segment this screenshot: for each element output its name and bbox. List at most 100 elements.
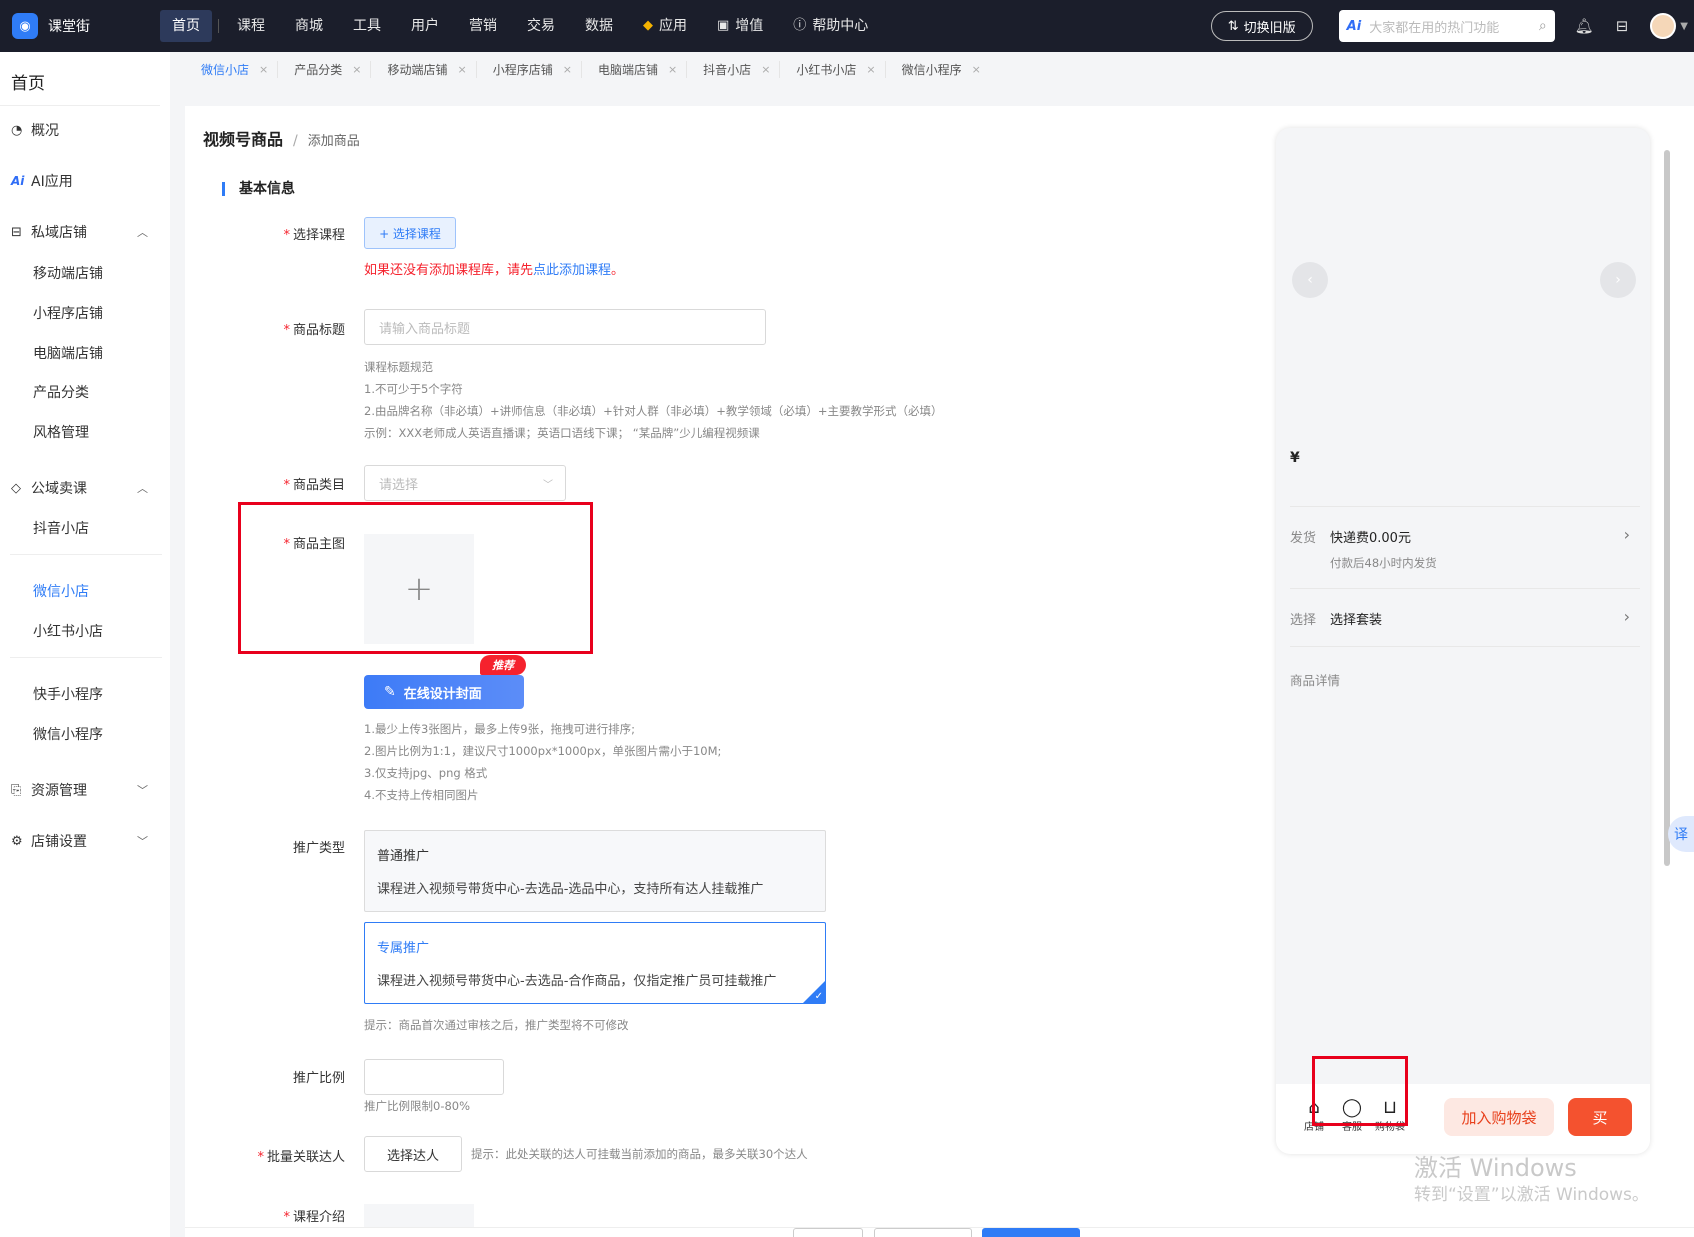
buy-button[interactable]: 买 [1568,1098,1632,1136]
nav-course[interactable]: 课程 [225,10,277,42]
intro-upload[interactable] [364,1204,474,1227]
sidebar: 首页 ◔ 概况 Ai AI应用 ⊟ 私域店铺 ︿ 移动端店铺 小程序店铺 电脑端店铺 产… [0,52,170,1237]
shipping-key: 发货 [1290,531,1317,546]
sidebar-item-label: 资源管理 [31,783,87,799]
sidebar-title: 首页 [0,52,160,106]
promo-exclusive-option[interactable]: 专属推广 课程进入视频号带货中心-去选品-合作商品，仅指定推广员可挂载推广 ✓ [364,922,826,1004]
avatar[interactable] [1650,13,1677,39]
chevron-down-icon[interactable]: ▼ [1680,21,1688,32]
ratio-hint: 推广比例限制0-80% [364,1099,471,1113]
add-to-cart-button[interactable]: 加入购物袋 [1444,1098,1554,1136]
sidebar-item-product-category[interactable]: 产品分类 [33,382,89,402]
category-select[interactable]: 请选择 ﹀ [364,465,566,501]
nav-marketing[interactable]: 营销 [457,10,509,42]
breadcrumb-main[interactable]: 视频号商品 [203,126,283,150]
close-icon[interactable]: × [352,63,361,76]
tab-wechat-mini[interactable]: 微信小程序 × [884,60,990,78]
search-input[interactable]: Ai 大家都在用的热门功能 ⌕ [1338,10,1555,42]
cube-icon: ◆ [643,18,653,33]
title-placeholder: 请输入商品标题 [379,321,471,337]
help-icon: ⓘ [793,18,807,33]
detail-label: 商品详情 [1290,673,1341,688]
promo-normal-option[interactable]: 普通推广 课程进入视频号带货中心-去选品-选品中心，支持所有达人挂载推广 [364,830,826,912]
select-influencer-button[interactable]: 选择达人 [364,1136,462,1172]
recommend-badge: 推荐 [480,655,526,675]
close-icon[interactable]: × [866,63,875,76]
scrollbar[interactable] [1664,150,1670,866]
footer-button[interactable] [874,1228,972,1237]
chart-icon: ▣ [717,18,730,33]
sidebar-item-douyin[interactable]: 抖音小店 [33,518,89,538]
sidebar-item-miniprogram-store[interactable]: 小程序店铺 [33,303,103,323]
breadcrumb: 视频号商品 / 添加商品 [203,126,360,150]
nav-value-added[interactable]: ▣ 增值 [705,10,775,42]
title-input[interactable]: 请输入商品标题 [364,309,766,345]
close-icon[interactable]: × [761,63,770,76]
nav-tools[interactable]: 工具 [341,10,393,42]
sidebar-group-resource[interactable]: ⎘ 资源管理 ﹀ [0,780,170,800]
sidebar-item-label: AI应用 [31,174,73,190]
category-label: * 商品类目 [283,478,345,493]
switch-old-version-button[interactable]: ⇅ 切换旧版 [1210,11,1313,41]
tab-label: 小程序店铺 [492,62,553,77]
app-name: 课堂街 [48,19,90,35]
nav-home[interactable]: 首页 [160,10,212,42]
tab-douyin[interactable]: 抖音小店 × [686,60,779,78]
sidebar-group-private-store[interactable]: ⊟ 私域店铺 ︿ [0,222,170,242]
gear-icon: ⚙ [11,833,23,849]
tab-xiaohongshu[interactable]: 小红书小店 × [779,60,884,78]
tab-mobile-store[interactable]: 移动端店铺 × [370,60,475,78]
tab-label: 产品分类 [294,62,343,77]
nav-data[interactable]: 数据 [573,10,625,42]
top-bar: ◉ 课堂街 首页 课程 商城 工具 用户 营销 交易 数据 ◆ 应用 ▣ 增值 ⓘ 帮… [0,0,1694,52]
package-row[interactable]: 选择 选择套装 › [1290,588,1640,646]
tab-label: 移动端店铺 [387,62,448,77]
nav-trade[interactable]: 交易 [515,10,567,42]
design-cover-button[interactable]: ✎ 在线设计封面 [364,675,524,709]
store-icon[interactable]: ⊟ [1616,17,1629,35]
sidebar-group-store-settings[interactable]: ⚙ 店铺设置 ﹀ [0,831,170,851]
footer-button[interactable] [793,1228,863,1237]
tab-label: 小红书小店 [796,62,857,77]
add-course-link[interactable]: 点此添加课程 [533,263,611,278]
sidebar-divider [10,657,162,658]
nav-users[interactable]: 用户 [399,10,451,42]
sidebar-item-ai[interactable]: Ai AI应用 [0,171,170,191]
tab-label: 微信小店 [201,62,250,77]
close-icon[interactable]: × [668,63,677,76]
nav-mall[interactable]: 商城 [283,10,335,42]
close-icon[interactable]: × [259,63,268,76]
select-course-button[interactable]: + 选择课程 [364,217,456,249]
sidebar-item-wechat-store[interactable]: 微信小店 [33,581,89,601]
section-title: 基本信息 [222,182,295,196]
sidebar-item-kuaishou[interactable]: 快手小程序 [33,684,103,704]
tab-miniprogram-store[interactable]: 小程序店铺 × [475,60,581,78]
sidebar-item-xiaohongshu[interactable]: 小红书小店 [33,621,103,641]
bell-icon[interactable]: 🔔︎ [1575,17,1594,35]
search-icon[interactable]: ⌕ [1539,18,1547,34]
nav-help[interactable]: ⓘ 帮助中心 [781,10,880,42]
footer-primary-button[interactable] [982,1228,1080,1237]
tab-wechat-store[interactable]: 微信小店 × [185,61,277,78]
sidebar-group-public-course[interactable]: ◇ 公域卖课 ︿ [0,478,170,498]
sidebar-item-overview[interactable]: ◔ 概况 [0,120,170,140]
shipping-row[interactable]: 发货 快递费0.00元 付款后48小时内发货 › [1290,506,1640,588]
select-course-label: * 选择课程 [283,228,345,243]
sidebar-item-style[interactable]: 风格管理 [33,422,89,442]
sidebar-item-pc-store[interactable]: 电脑端店铺 [33,343,103,363]
close-icon[interactable]: × [972,63,981,76]
highlight-box [1312,1056,1408,1126]
close-icon[interactable]: × [457,63,466,76]
logo[interactable]: ◉ 课堂街 [0,13,160,39]
windows-watermark-sub: 转到“设置”以激活 Windows。 [1414,1185,1649,1205]
nav-apps[interactable]: ◆ 应用 [631,10,699,42]
close-icon[interactable]: × [563,63,572,76]
sidebar-item-mobile-store[interactable]: 移动端店铺 [33,263,103,283]
ratio-input[interactable] [364,1059,504,1095]
sidebar-item-wechat-mini[interactable]: 微信小程序 [33,724,103,744]
chevron-right-icon[interactable]: › [1600,262,1636,298]
image-rules: 1.最少上传3张图片，最多上传9张，拖拽可进行排序; 2.图片比例为1:1，建议… [364,722,722,802]
chevron-left-icon[interactable]: ‹ [1292,262,1328,298]
tab-pc-store[interactable]: 电脑端店铺 × [580,60,686,78]
tab-product-category[interactable]: 产品分类 × [277,60,370,78]
